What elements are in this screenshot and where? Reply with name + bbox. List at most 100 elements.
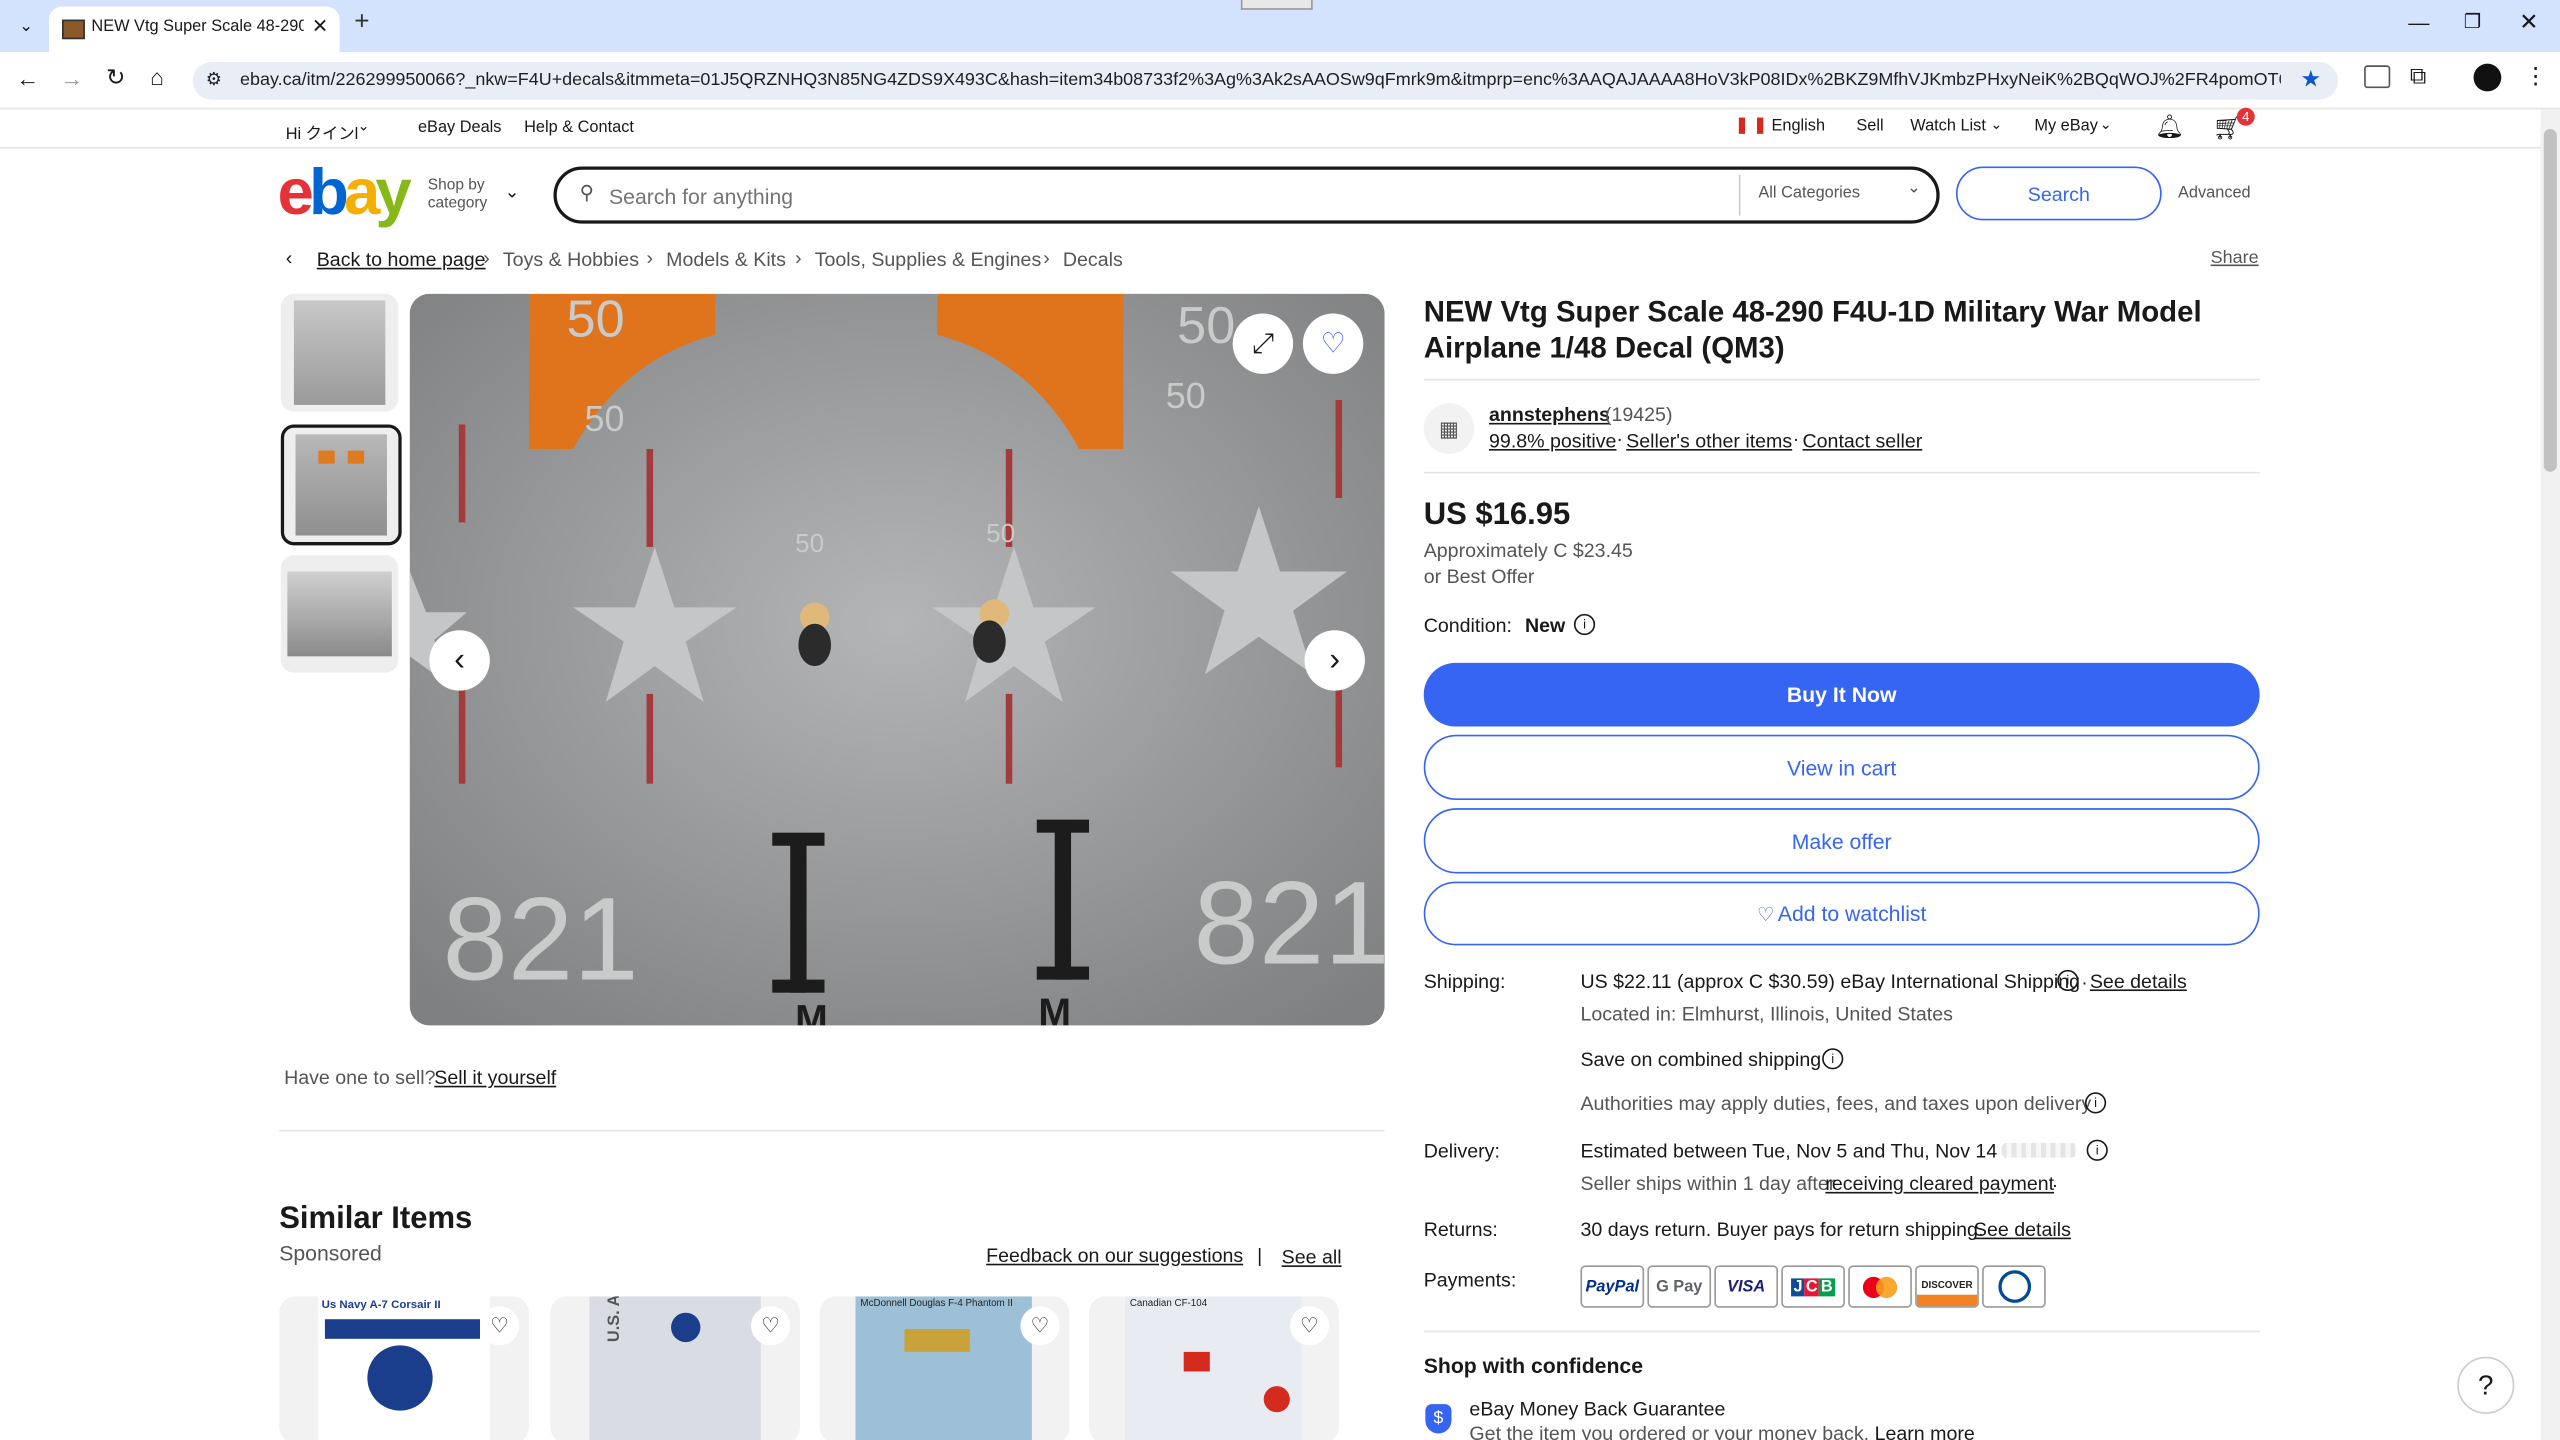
watchlist-menu[interactable]: Watch List xyxy=(1910,118,1986,136)
sell-it-yourself-link[interactable]: Sell it yourself xyxy=(434,1066,556,1089)
scrollbar-thumb[interactable] xyxy=(2543,128,2557,472)
tab-close-icon[interactable]: ✕ xyxy=(312,15,328,38)
returns-value: 30 days return. Buyer pays for return sh… xyxy=(1580,1217,1984,1241)
info-icon[interactable]: i xyxy=(2084,1092,2107,1114)
shop-by-category[interactable]: Shop by category xyxy=(428,176,487,212)
address-field[interactable]: ⚙ ebay.ca/itm/226299950066?_nkw=F4U+deca… xyxy=(192,62,2339,100)
greeting-menu[interactable]: Hi クインl xyxy=(286,119,359,144)
sell-link[interactable]: Sell xyxy=(1856,118,1883,136)
decal-number: 821 xyxy=(442,874,638,1005)
seller-store-icon[interactable]: ▦ xyxy=(1423,403,1475,454)
site-info-icon[interactable]: ⚙ xyxy=(206,69,222,90)
search-input[interactable] xyxy=(605,179,1723,213)
window-close-icon[interactable]: ✕ xyxy=(2519,8,2538,36)
home-icon[interactable]: ⌂ xyxy=(150,64,164,90)
language-selector[interactable]: English xyxy=(1771,118,1825,136)
divider xyxy=(1423,471,2260,474)
page-scrollbar[interactable] xyxy=(2540,109,2560,1440)
next-image-button[interactable]: › xyxy=(1304,630,1365,691)
info-icon[interactable]: i xyxy=(1573,613,1596,636)
similar-item-caption: Canadian CF-104 xyxy=(1129,1299,1208,1310)
heart-icon: ♡ xyxy=(761,1312,781,1338)
ebay-logo[interactable]: ebay xyxy=(278,157,412,229)
minimize-icon[interactable]: — xyxy=(2408,10,2429,34)
new-tab-icon[interactable]: + xyxy=(354,8,369,37)
main-product-image[interactable]: 50 50 50 50 50 50 821 821 M M ⤢ ♡ ‹ › xyxy=(409,293,1385,1026)
similar-item-card[interactable]: U.S. AIR FORCE ♡ xyxy=(550,1296,801,1440)
buy-it-now-button[interactable]: Buy It Now xyxy=(1423,662,2260,727)
similar-item-card[interactable]: McDonnell Douglas F-4 Phantom II ♡ xyxy=(819,1296,1070,1440)
decal-letter: M xyxy=(795,998,828,1025)
help-link[interactable]: Help & Contact xyxy=(524,119,634,137)
chevron-right-icon: › xyxy=(795,246,802,270)
add-to-watchlist-button[interactable]: ♡ Add to watchlist xyxy=(1423,881,2260,946)
guarantee-subtext-body: Get the item you ordered or your money b… xyxy=(1469,1422,1870,1440)
section-divider xyxy=(279,1129,1385,1132)
similar-item-caption: U.S. AIR FORCE xyxy=(606,1296,624,1342)
help-button[interactable]: ? xyxy=(2457,1356,2515,1414)
seller-name-link[interactable]: annstephens xyxy=(1489,403,1610,426)
thumbnail-decal xyxy=(347,450,365,464)
view-in-cart-button[interactable]: View in cart xyxy=(1423,734,2260,801)
extensions-icon[interactable]: ⧉ xyxy=(2410,62,2426,90)
back-to-home-link[interactable]: Back to home page xyxy=(317,248,486,271)
thumbnail-2-selected[interactable] xyxy=(280,424,402,546)
chevron-down-icon: ⌄ xyxy=(504,182,520,203)
contact-seller-link[interactable]: Contact seller xyxy=(1803,429,1923,452)
info-icon[interactable]: i xyxy=(2057,969,2079,992)
notification-bell-icon[interactable]: 🔔︎ xyxy=(2155,113,2184,141)
similar-item-watch-button[interactable]: ♡ xyxy=(1289,1306,1330,1346)
restore-icon[interactable]: ❐ xyxy=(2464,10,2482,33)
breadcrumb-item[interactable]: Models & Kits xyxy=(666,248,786,271)
jcb-c: C xyxy=(1804,1277,1820,1296)
breadcrumb-item[interactable]: Toys & Hobbies xyxy=(503,248,639,271)
breadcrumb-item[interactable]: Tools, Supplies & Engines xyxy=(815,248,1042,271)
similar-item-image: U.S. AIR FORCE xyxy=(589,1296,761,1440)
feedback-link[interactable]: Feedback on our suggestions xyxy=(986,1244,1243,1267)
breadcrumb-item[interactable]: Decals xyxy=(1063,248,1123,271)
returns-see-details-link[interactable]: See details xyxy=(1974,1218,2071,1241)
deals-link[interactable]: eBay Deals xyxy=(418,119,501,137)
image-watch-button[interactable]: ♡ xyxy=(1302,313,1364,374)
back-icon[interactable]: ← xyxy=(16,65,39,91)
share-link[interactable]: Share xyxy=(2211,248,2259,268)
combined-shipping: Save on combined shipping xyxy=(1580,1048,1822,1072)
forward-icon[interactable]: → xyxy=(60,65,83,91)
thumbnail-1[interactable] xyxy=(280,293,399,412)
sellers-other-items-link[interactable]: Seller's other items xyxy=(1626,429,1792,452)
similar-item-caption: Us Navy A-7 Corsair II xyxy=(321,1299,441,1312)
shipping-see-details-link[interactable]: See details xyxy=(2090,970,2187,993)
myebay-menu[interactable]: My eBay xyxy=(2034,118,2098,136)
positive-feedback-link[interactable]: 99.8% positive xyxy=(1489,429,1616,452)
cleared-payment-link[interactable]: receiving cleared payment xyxy=(1825,1172,2054,1195)
profile-avatar[interactable] xyxy=(2473,63,2502,92)
search-button[interactable]: Search xyxy=(1955,166,2162,221)
drag-handle[interactable] xyxy=(1240,0,1313,10)
reload-icon[interactable]: ↻ xyxy=(106,64,125,92)
info-icon[interactable]: i xyxy=(1822,1048,1844,1070)
expand-image-button[interactable]: ⤢ xyxy=(1232,313,1294,374)
item-title: NEW Vtg Super Scale 48-290 F4U-1D Milita… xyxy=(1423,295,2202,365)
prev-image-button[interactable]: ‹ xyxy=(429,630,490,691)
bookmark-star-icon[interactable]: ★ xyxy=(2300,65,2321,93)
similar-item-watch-button[interactable]: ♡ xyxy=(751,1306,791,1346)
thumbnail-image xyxy=(293,300,386,405)
menu-icon[interactable]: ⋮ xyxy=(2524,62,2547,90)
cast-icon[interactable] xyxy=(2364,65,2391,89)
see-all-link[interactable]: See all xyxy=(1282,1246,1342,1269)
similar-item-card[interactable]: Us Navy A-7 Corsair II ♡ xyxy=(279,1296,529,1440)
similar-item-watch-button[interactable]: ♡ xyxy=(1020,1306,1060,1346)
chevron-left-icon[interactable]: ‹ xyxy=(286,247,293,270)
category-select[interactable]: All Categories xyxy=(1758,184,1860,202)
make-offer-button[interactable]: Make offer xyxy=(1423,808,2260,874)
learn-more-link[interactable]: Learn more xyxy=(1875,1422,1975,1440)
similar-item-card[interactable]: Canadian CF-104 ♡ xyxy=(1089,1296,1339,1440)
diners-circle xyxy=(1997,1270,2031,1303)
browser-tab[interactable]: NEW Vtg Super Scale 48-290 F4... ✕ xyxy=(48,6,340,53)
similar-item-watch-button[interactable]: ♡ xyxy=(480,1306,520,1346)
discover-label: DISCOVER xyxy=(1921,1281,1973,1292)
advanced-search-link[interactable]: Advanced xyxy=(2178,184,2251,202)
tab-search-icon[interactable]: ⌄ xyxy=(13,13,39,39)
thumbnail-3[interactable] xyxy=(280,555,399,673)
info-icon[interactable]: i xyxy=(2086,1139,2108,1161)
